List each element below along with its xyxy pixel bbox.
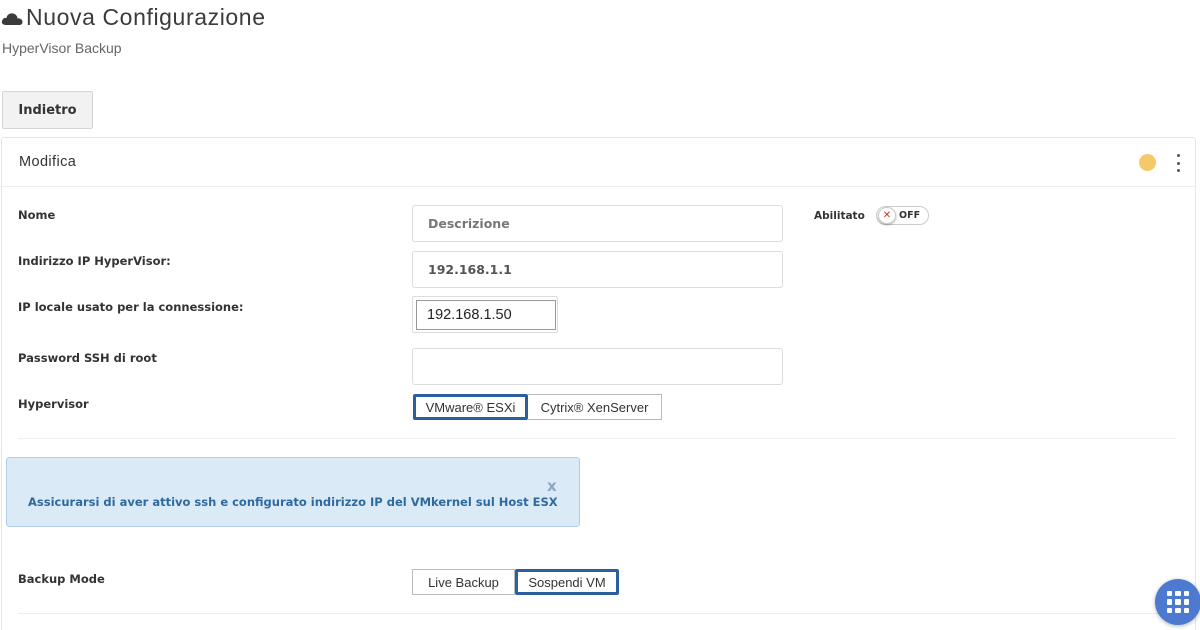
x-icon: ✕	[878, 207, 896, 224]
ip-locale-label: IP locale usato per la connessione:	[18, 300, 244, 314]
hypervisor-option-xenserver[interactable]: Cytrix® XenServer	[528, 394, 662, 420]
panel-title: Modifica	[19, 154, 77, 170]
hypervisor-selector: VMware® ESXi Cytrix® XenServer	[413, 394, 662, 420]
info-alert: Assicurarsi di aver attivo ssh e configu…	[6, 457, 580, 527]
back-button[interactable]: Indietro	[2, 91, 93, 129]
nome-input[interactable]	[412, 205, 783, 242]
ip-locale-value[interactable]: 192.168.1.50	[416, 300, 556, 330]
page-title: Nuova Configurazione	[26, 4, 266, 30]
abilitato-toggle[interactable]: ✕ OFF	[876, 206, 929, 225]
page-subtitle: HyperVisor Backup	[2, 40, 122, 56]
nome-label: Nome	[18, 208, 56, 222]
separator	[18, 438, 1176, 439]
password-input[interactable]	[412, 348, 783, 385]
page-header: Nuova Configurazione HyperVisor Backup	[0, 4, 266, 56]
title-row: Nuova Configurazione	[0, 4, 266, 31]
more-options-icon[interactable]	[1173, 152, 1183, 174]
password-label: Password SSH di root	[18, 351, 157, 365]
ip-locale-field[interactable]: 192.168.1.50	[412, 296, 558, 333]
hypervisor-label: Hypervisor	[18, 397, 89, 411]
ip-hypervisor-input[interactable]	[412, 251, 783, 288]
separator	[18, 613, 1176, 614]
alert-text: Assicurarsi di aver attivo ssh e configu…	[28, 495, 558, 509]
backup-mode-selector: Live Backup Sospendi VM	[412, 569, 619, 595]
ip-hypervisor-label: Indirizzo IP HyperVisor:	[18, 254, 171, 268]
status-indicator	[1139, 154, 1156, 171]
toggle-state-text: OFF	[899, 210, 921, 221]
backup-mode-option-sospendi[interactable]: Sospendi VM	[515, 569, 619, 595]
cloud-icon	[0, 10, 24, 26]
apps-menu-button[interactable]	[1155, 579, 1200, 625]
apps-grid-icon	[1167, 591, 1189, 613]
abilitato-label: Abilitato	[814, 210, 865, 222]
close-icon[interactable]: x	[547, 477, 557, 495]
hypervisor-option-vmware[interactable]: VMware® ESXi	[413, 394, 528, 420]
panel-header: Modifica	[2, 138, 1195, 187]
backup-mode-label: Backup Mode	[18, 572, 105, 586]
backup-mode-option-live[interactable]: Live Backup	[412, 569, 515, 595]
